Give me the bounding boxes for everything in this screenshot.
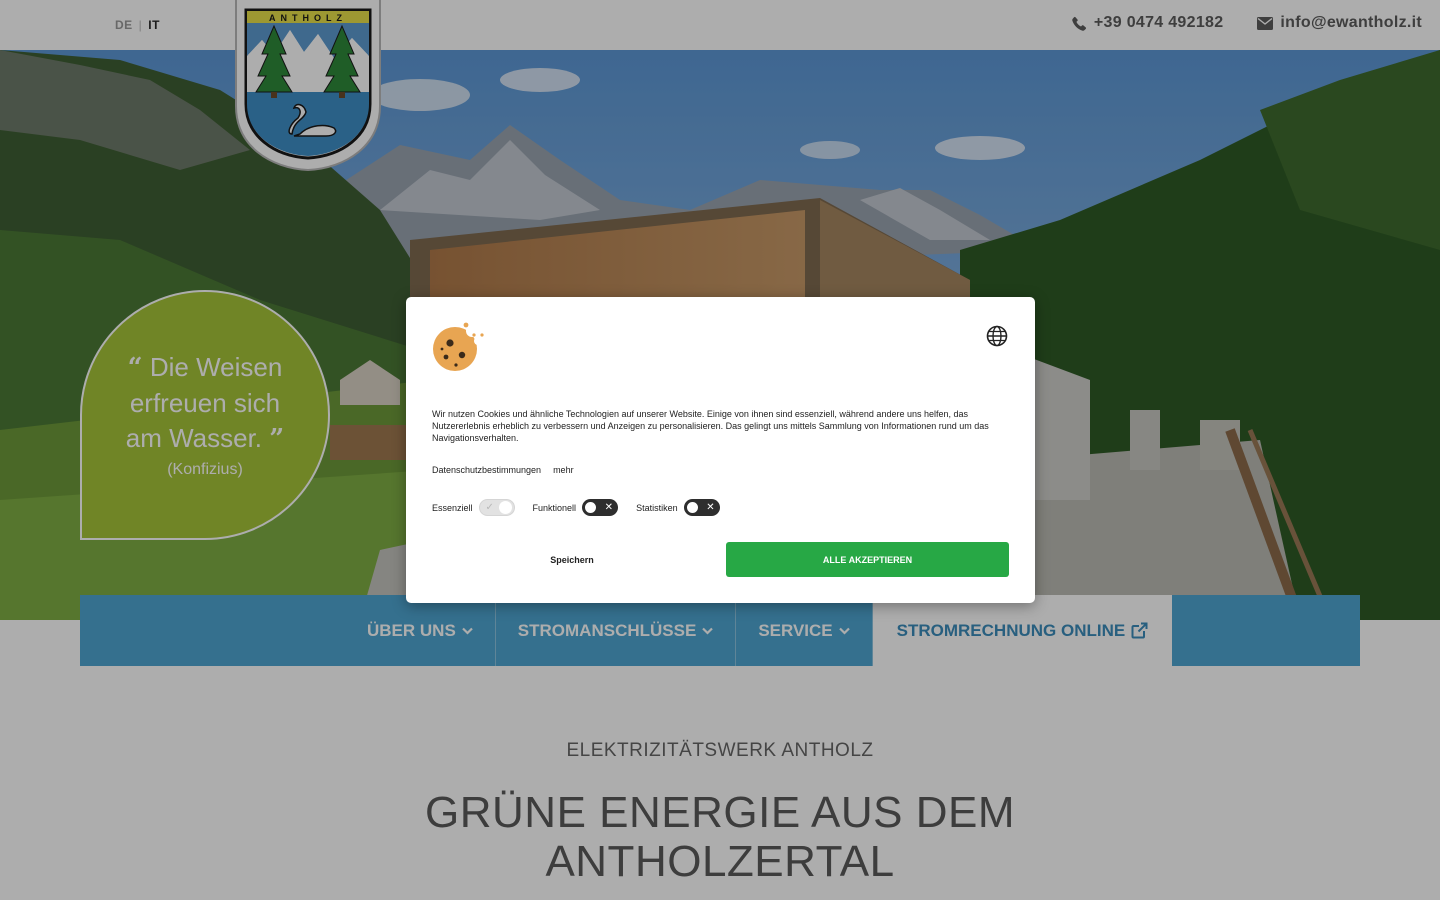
statistiken-switch[interactable]: ✕ xyxy=(683,499,720,516)
cookie-description: Wir nutzen Cookies und ähnliche Technolo… xyxy=(432,409,989,443)
cookie-icon xyxy=(433,322,484,371)
accept-all-button[interactable]: ALLE AKZEPTIEREN xyxy=(726,542,1009,577)
essenziell-switch: ✓ xyxy=(478,499,515,516)
privacy-policy-link[interactable]: Datenschutzbestimmungen xyxy=(432,465,541,475)
switch-knob xyxy=(498,501,512,514)
toggle-label: Funktionell xyxy=(532,502,577,513)
toggle-label: Statistiken xyxy=(636,502,678,513)
close-icon: ✕ xyxy=(706,502,715,513)
save-button[interactable]: Speichern xyxy=(432,542,712,577)
switch-knob xyxy=(685,501,699,514)
cookie-links: Datenschutzbestimmungen mehr xyxy=(432,465,574,475)
toggle-statistiken: Statistiken ✕ xyxy=(636,499,720,516)
cookie-consent-dialog: Wir nutzen Cookies und ähnliche Technolo… xyxy=(406,297,1035,603)
funktionell-switch[interactable]: ✕ xyxy=(582,499,619,516)
toggle-label: Essenziell xyxy=(432,502,473,513)
toggle-essenziell: Essenziell ✓ xyxy=(432,499,515,516)
check-icon: ✓ xyxy=(485,502,494,513)
close-icon: ✕ xyxy=(604,502,614,513)
more-link[interactable]: mehr xyxy=(553,465,574,475)
switch-knob xyxy=(584,501,598,514)
toggle-funktionell: Funktionell ✕ xyxy=(533,499,619,516)
globe-icon[interactable] xyxy=(986,325,1008,347)
cookie-category-toggles: Essenziell ✓ Funktionell ✕ Statistiken ✕ xyxy=(432,499,738,516)
